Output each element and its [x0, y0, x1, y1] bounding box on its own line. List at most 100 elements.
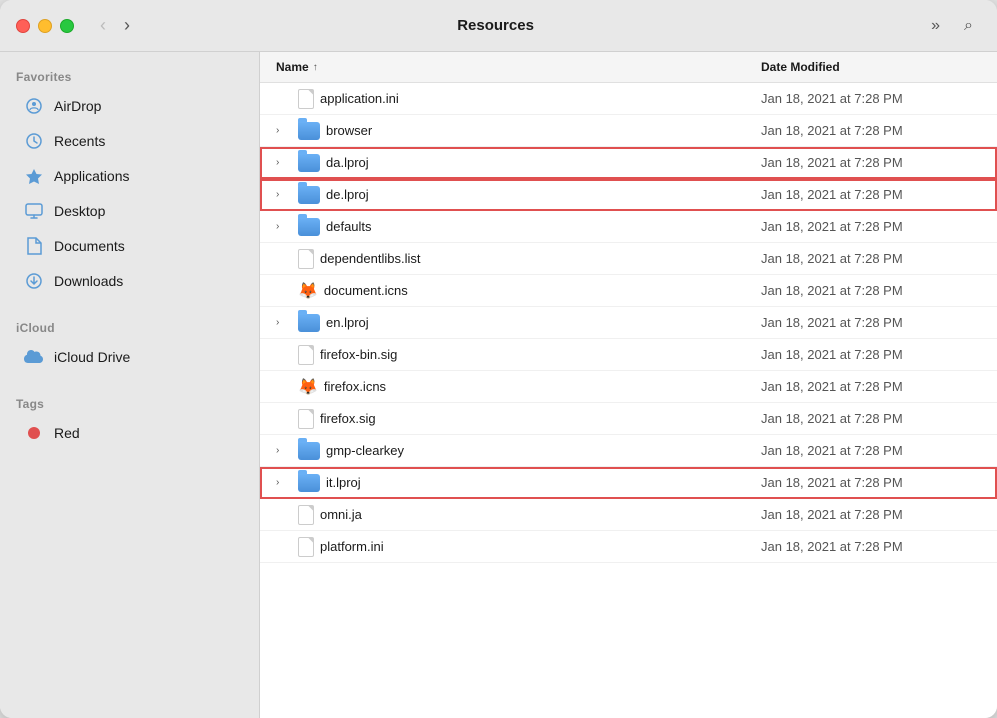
sidebar-item-documents[interactable]: Documents [8, 229, 251, 263]
table-row[interactable]: 🦊 firefox.icns Jan 18, 2021 at 7:28 PM [260, 371, 997, 403]
applications-label: Applications [54, 168, 130, 184]
document-icon [298, 505, 314, 525]
airdrop-label: AirDrop [54, 98, 101, 114]
red-label: Red [54, 425, 80, 441]
file-date: Jan 18, 2021 at 7:28 PM [761, 91, 981, 106]
expand-arrow[interactable]: › [276, 221, 292, 232]
folder-icon [298, 186, 320, 204]
document-icon [298, 409, 314, 429]
document-icon [298, 249, 314, 269]
file-name: dependentlibs.list [320, 251, 420, 266]
date-column-header[interactable]: Date Modified [761, 60, 981, 74]
file-row-name: › gmp-clearkey [276, 442, 761, 460]
file-name: omni.ja [320, 507, 362, 522]
file-name: firefox.icns [324, 379, 386, 394]
table-row[interactable]: dependentlibs.list Jan 18, 2021 at 7:28 … [260, 243, 997, 275]
file-row-name: omni.ja [276, 505, 761, 525]
applications-icon [24, 166, 44, 186]
file-row-name: application.ini [276, 89, 761, 109]
file-name: firefox.sig [320, 411, 376, 426]
file-row-name: › en.lproj [276, 314, 761, 332]
documents-label: Documents [54, 238, 125, 254]
expand-arrow[interactable]: › [276, 445, 292, 456]
file-name: it.lproj [326, 475, 361, 490]
firefox-icon: 🦊 [298, 281, 318, 301]
file-date: Jan 18, 2021 at 7:28 PM [761, 379, 981, 394]
table-row[interactable]: 🦊 document.icns Jan 18, 2021 at 7:28 PM [260, 275, 997, 307]
file-name: de.lproj [326, 187, 369, 202]
table-row[interactable]: › en.lproj Jan 18, 2021 at 7:28 PM [260, 307, 997, 339]
folder-icon [298, 314, 320, 332]
file-row-name: firefox-bin.sig [276, 345, 761, 365]
table-row[interactable]: › it.lproj Jan 18, 2021 at 7:28 PM [260, 467, 997, 499]
search-button[interactable]: ⌕ [956, 13, 981, 39]
file-name: application.ini [320, 91, 399, 106]
file-name: browser [326, 123, 372, 138]
file-row-name: 🦊 firefox.icns [276, 377, 761, 397]
file-name: en.lproj [326, 315, 369, 330]
file-date: Jan 18, 2021 at 7:28 PM [761, 315, 981, 330]
table-row[interactable]: › defaults Jan 18, 2021 at 7:28 PM [260, 211, 997, 243]
file-row-name: platform.ini [276, 537, 761, 557]
sidebar-item-downloads[interactable]: Downloads [8, 264, 251, 298]
table-row[interactable]: › de.lproj Jan 18, 2021 at 7:28 PM [260, 179, 997, 211]
recents-icon [24, 131, 44, 151]
document-icon [298, 89, 314, 109]
sidebar-item-applications[interactable]: Applications [8, 159, 251, 193]
file-name: document.icns [324, 283, 408, 298]
desktop-label: Desktop [54, 203, 105, 219]
table-row[interactable]: platform.ini Jan 18, 2021 at 7:28 PM [260, 531, 997, 563]
date-column-label: Date Modified [761, 60, 840, 74]
main-content: Favorites AirDrop [0, 52, 997, 718]
file-date: Jan 18, 2021 at 7:28 PM [761, 251, 981, 266]
file-date: Jan 18, 2021 at 7:28 PM [761, 283, 981, 298]
sidebar-item-airdrop[interactable]: AirDrop [8, 89, 251, 123]
table-row[interactable]: omni.ja Jan 18, 2021 at 7:28 PM [260, 499, 997, 531]
table-row[interactable]: application.ini Jan 18, 2021 at 7:28 PM [260, 83, 997, 115]
file-row-name: › de.lproj [276, 186, 761, 204]
file-rows-container: application.ini Jan 18, 2021 at 7:28 PM … [260, 83, 997, 563]
expand-arrow[interactable]: › [276, 317, 292, 328]
traffic-lights [16, 19, 74, 33]
window-title: Resources [68, 17, 923, 34]
file-date: Jan 18, 2021 at 7:28 PM [761, 475, 981, 490]
folder-icon [298, 218, 320, 236]
document-icon [298, 537, 314, 557]
documents-icon [24, 236, 44, 256]
file-date: Jan 18, 2021 at 7:28 PM [761, 155, 981, 170]
table-row[interactable]: › gmp-clearkey Jan 18, 2021 at 7:28 PM [260, 435, 997, 467]
sidebar-item-desktop[interactable]: Desktop [8, 194, 251, 228]
folder-icon [298, 442, 320, 460]
titlebar-right: » ⌕ [923, 13, 981, 39]
close-button[interactable] [16, 19, 30, 33]
minimize-button[interactable] [38, 19, 52, 33]
file-row-name: dependentlibs.list [276, 249, 761, 269]
sidebar-item-icloud-drive[interactable]: iCloud Drive [8, 340, 251, 374]
file-row-name: › it.lproj [276, 474, 761, 492]
tags-section-label: Tags [0, 391, 259, 415]
expand-arrow[interactable]: › [276, 157, 292, 168]
folder-icon [298, 474, 320, 492]
name-column-header[interactable]: Name ↑ [276, 60, 761, 74]
expand-arrow[interactable]: › [276, 477, 292, 488]
file-date: Jan 18, 2021 at 7:28 PM [761, 411, 981, 426]
sidebar-item-red[interactable]: Red [8, 416, 251, 450]
sidebar-item-recents[interactable]: Recents [8, 124, 251, 158]
sidebar: Favorites AirDrop [0, 52, 260, 718]
more-button[interactable]: » [923, 13, 948, 39]
downloads-icon [24, 271, 44, 291]
desktop-icon [24, 201, 44, 221]
folder-icon [298, 122, 320, 140]
file-list: Name ↑ Date Modified application.ini Jan… [260, 52, 997, 718]
titlebar: ‹ › Resources » ⌕ [0, 0, 997, 52]
file-date: Jan 18, 2021 at 7:28 PM [761, 187, 981, 202]
file-row-name: 🦊 document.icns [276, 281, 761, 301]
file-name: gmp-clearkey [326, 443, 404, 458]
expand-arrow[interactable]: › [276, 189, 292, 200]
name-column-label: Name [276, 60, 309, 74]
table-row[interactable]: firefox-bin.sig Jan 18, 2021 at 7:28 PM [260, 339, 997, 371]
table-row[interactable]: › browser Jan 18, 2021 at 7:28 PM [260, 115, 997, 147]
table-row[interactable]: › da.lproj Jan 18, 2021 at 7:28 PM [260, 147, 997, 179]
table-row[interactable]: firefox.sig Jan 18, 2021 at 7:28 PM [260, 403, 997, 435]
expand-arrow[interactable]: › [276, 125, 292, 136]
